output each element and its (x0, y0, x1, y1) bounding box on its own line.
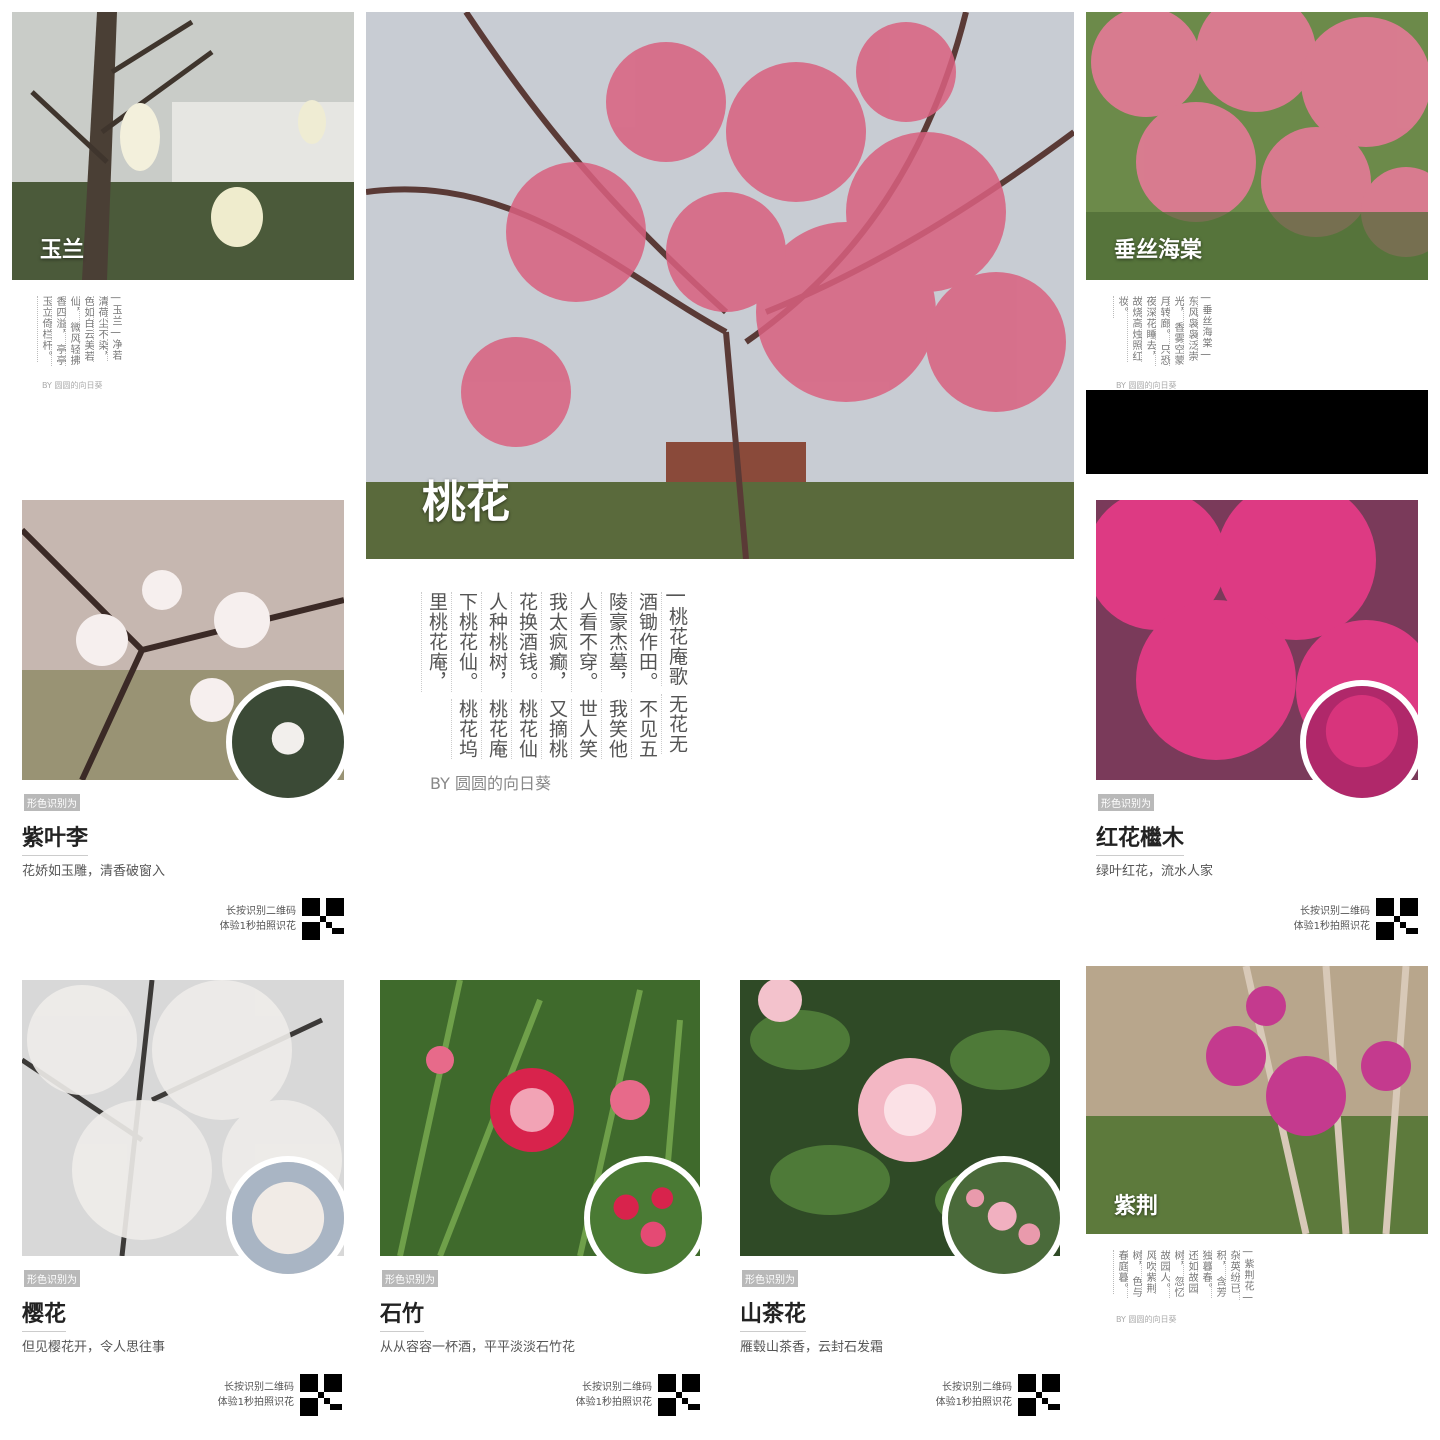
ziyeli-name: 紫叶李 (22, 820, 89, 856)
shancha-name: 山茶花 (740, 1296, 807, 1332)
poem-col: | 紫荆花 | (1239, 1250, 1255, 1301)
qr-line1: 长按识别二维码 (582, 1382, 652, 1393)
ziyeli-desc: 花娇如玉雕，清香破窗入 (22, 864, 166, 879)
zijing-title: 紫荆 (1114, 1194, 1159, 1219)
shancha-desc: 雁毂山茶香，云封石发霜 (740, 1340, 884, 1355)
taohua-byline: BY 圆圆的向日葵 (430, 774, 551, 793)
qr-line2: 体验1秒拍照识花 (219, 921, 296, 932)
qr-line2: 体验1秒拍照识花 (935, 1397, 1012, 1408)
hongjimu-name: 红花檵木 (1096, 820, 1185, 856)
poem-col: 故烧高烛照红妆。 (1113, 296, 1143, 362)
qr-line1: 长按识别二维码 (942, 1382, 1012, 1393)
qr-line2: 体验1秒拍照识花 (217, 1397, 294, 1408)
hongjimu-qr-code[interactable] (1376, 898, 1418, 940)
poem-col: | 桃花庵歌 (661, 592, 692, 687)
qr-line1: 长按识别二维码 (226, 906, 296, 917)
yinghua-qr-code[interactable] (300, 1374, 342, 1416)
ziyeli-qr-text: 长按识别二维码 体验1秒拍照识花 (180, 904, 296, 934)
hongjimu-qr-text: 长按识别二维码 体验1秒拍照识花 (1254, 904, 1370, 934)
shancha-qr-text: 长按识别二维码 体验1秒拍照识花 (896, 1380, 1012, 1410)
qr-line1: 长按识别二维码 (1300, 906, 1370, 917)
shizhu-name: 石竹 (380, 1296, 425, 1332)
yinghua-name: 樱花 (22, 1296, 67, 1332)
yinghua-thumbnail (226, 1156, 350, 1280)
qr-line1: 长按识别二维码 (224, 1382, 294, 1393)
yulan-byline: BY 圆圆的向日葵 (42, 381, 103, 390)
poem-col: | 垂丝海棠 | (1197, 296, 1213, 358)
black-bar (1086, 390, 1428, 474)
shancha-tag: 形色识别为 (742, 1270, 798, 1287)
poem-col: | 玉兰 | (107, 296, 123, 336)
shizhu-tag: 形色识别为 (382, 1270, 438, 1287)
yulan-title: 玉兰 (40, 238, 85, 263)
zijing-poem: | 紫荆花 | 杂英纷已积， 含芳独暮春。 还如故园树， 忽忆故园人。 风吹紫荆… (1113, 1250, 1255, 1308)
haitang-poem: | 垂丝海棠 | 东风袅袅泛崇光， 香雾空蒙月转廊。 只恐夜深花睡去， 故烧高烛… (1113, 296, 1213, 368)
yinghua-qr-text: 长按识别二维码 体验1秒拍照识花 (178, 1380, 294, 1410)
shancha-qr-code[interactable] (1018, 1374, 1060, 1416)
hongjimu-desc: 绿叶红花，流水人家 (1096, 864, 1214, 879)
shizhu-desc: 从从容容一杯酒，平平淡淡石竹花 (380, 1340, 576, 1355)
ziyeli-tag: 形色识别为 (24, 794, 80, 811)
yinghua-desc: 但见樱花开，令人思往事 (22, 1340, 166, 1355)
ziyeli-qr-code[interactable] (302, 898, 344, 940)
shizhu-thumbnail (584, 1156, 708, 1280)
zijing-byline: BY 圆圆的向日葵 (1116, 1315, 1177, 1324)
taohua-poem: | 桃花庵歌 无花无酒锄作田。 不见五陵豪杰墓， 我笑他人看不穿。 世人笑我太疯… (421, 592, 692, 762)
haitang-title: 垂丝海棠 (1114, 238, 1203, 263)
hongjimu-thumbnail (1300, 680, 1424, 804)
yulan-poem: | 玉兰 | 净若清荷尘不染， 色如白云美若仙， 微风轻拂香四溢， 亭亭玉立倚栏… (37, 296, 123, 368)
ziyeli-thumbnail (226, 680, 350, 804)
hongjimu-tag: 形色识别为 (1098, 794, 1154, 811)
shancha-thumbnail (942, 1156, 1066, 1280)
qr-line2: 体验1秒拍照识花 (575, 1397, 652, 1408)
shizhu-qr-text: 长按识别二维码 体验1秒拍照识花 (536, 1380, 652, 1410)
qr-line2: 体验1秒拍照识花 (1293, 921, 1370, 932)
taohua-title: 桃花 (422, 477, 510, 528)
shizhu-qr-code[interactable] (658, 1374, 700, 1416)
yinghua-tag: 形色识别为 (24, 1270, 80, 1287)
